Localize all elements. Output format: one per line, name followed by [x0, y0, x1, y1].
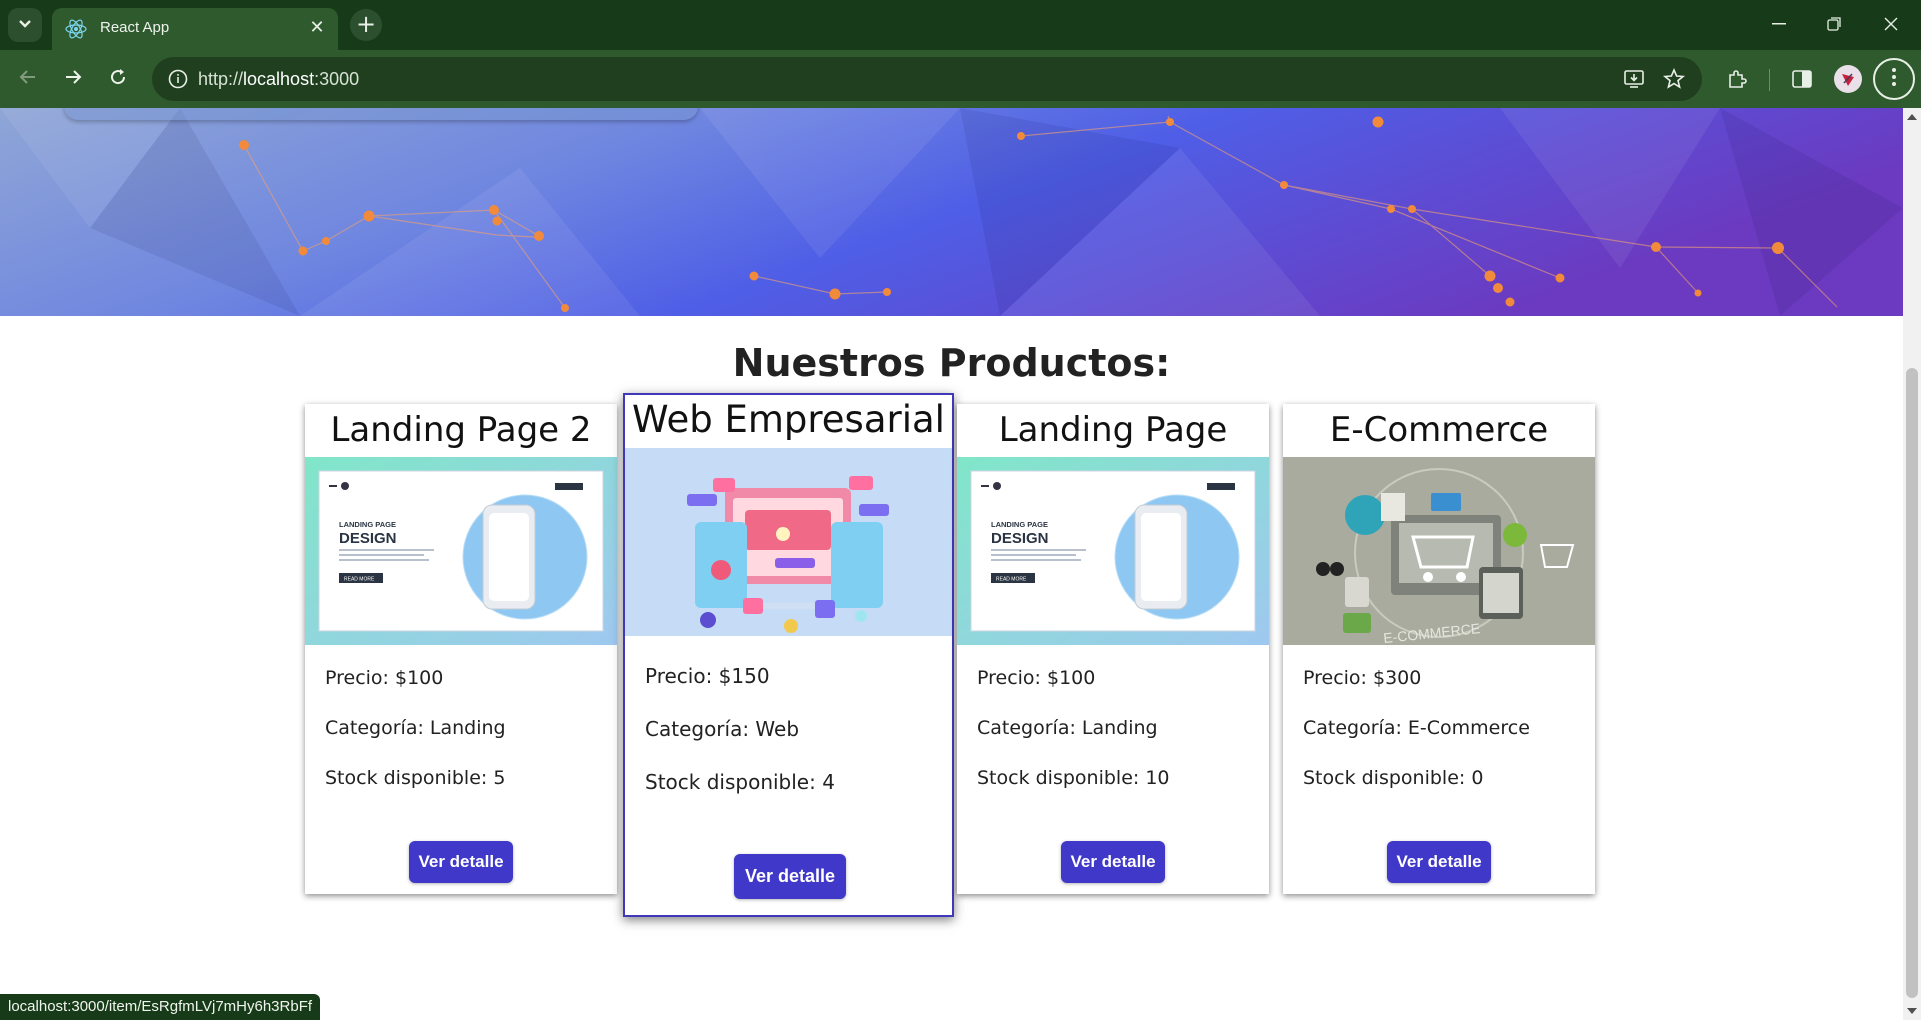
url-text[interactable]: http://localhost:3000: [198, 69, 359, 90]
product-price: Precio: $150: [645, 664, 770, 688]
back-button[interactable]: [12, 63, 44, 95]
landing-image-read-more: READ MORE: [996, 577, 1027, 583]
product-category: Categoría: Landing: [325, 717, 506, 739]
arrow-left-icon: [18, 67, 38, 91]
info-icon[interactable]: [166, 67, 190, 91]
product-card[interactable]: E-Commerce E-COMMERCE Precio: $300 Categ…: [1283, 404, 1595, 894]
forward-button[interactable]: [57, 63, 89, 95]
landing-image-read-more: READ MORE: [344, 577, 375, 583]
product-title: Landing Page 2: [330, 410, 592, 450]
page-viewport: Nuestros Productos: Landing Page 2 LANDI…: [0, 108, 1903, 1020]
product-stock: Stock disponible: 10: [977, 767, 1170, 789]
product-title: Web Empresarial: [632, 398, 945, 441]
ver-detalle-button[interactable]: Ver detalle: [734, 854, 846, 899]
scroll-down-arrow-icon[interactable]: [1907, 1008, 1917, 1014]
hero-banner: [0, 108, 1903, 316]
product-category: Categoría: Web: [645, 717, 800, 741]
chevron-down-icon: [18, 18, 32, 33]
minimize-window-icon[interactable]: [1757, 8, 1801, 40]
product-category: Categoría: Landing: [977, 717, 1158, 739]
ver-detalle-button[interactable]: Ver detalle: [1061, 841, 1165, 883]
url-port: :3000: [314, 69, 360, 89]
landing-image-label-small: LANDING PAGE: [339, 520, 396, 529]
product-image-landing[interactable]: LANDING PAGE DESIGN READ MORE: [957, 457, 1269, 645]
product-price: Precio: $300: [1303, 667, 1422, 689]
product-title: Landing Page: [998, 410, 1228, 450]
product-card[interactable]: Web Empresarial Precio: $150 Categoría: …: [623, 393, 954, 917]
browser-tab-strip: React App ✕ +: [0, 0, 1921, 50]
product-category: Categoría: E-Commerce: [1303, 717, 1530, 739]
browser-tab-active[interactable]: React App ✕: [52, 8, 338, 50]
product-image-landing[interactable]: LANDING PAGE DESIGN READ MORE: [305, 457, 617, 645]
tab-title: React App: [100, 19, 170, 36]
toolbar-separator: [1769, 69, 1770, 91]
react-logo-icon: [64, 17, 88, 41]
reload-icon: [108, 67, 128, 91]
product-card[interactable]: Landing Page 2 LANDING PAGE DESIGN READ …: [305, 404, 617, 894]
ver-detalle-button[interactable]: Ver detalle: [409, 841, 513, 883]
extensions-icon[interactable]: [1721, 63, 1753, 95]
product-price: Precio: $100: [325, 667, 444, 689]
arrow-right-icon: [63, 67, 83, 91]
landing-page-design-illustration: LANDING PAGE DESIGN READ MORE: [957, 457, 1269, 645]
product-stock: Stock disponible: 4: [645, 770, 835, 794]
kebab-menu-icon: [1891, 67, 1897, 91]
url-host: localhost: [243, 69, 315, 89]
landing-image-label-small: LANDING PAGE: [991, 520, 1048, 529]
product-title: E-Commerce: [1329, 410, 1549, 450]
browser-menu-button[interactable]: [1873, 58, 1915, 100]
bookmark-star-icon[interactable]: [1662, 67, 1686, 91]
ver-detalle-button[interactable]: Ver detalle: [1387, 841, 1491, 883]
product-price: Precio: $100: [977, 667, 1096, 689]
product-stock: Stock disponible: 5: [325, 767, 506, 789]
scrollbar-thumb[interactable]: [1906, 368, 1918, 998]
close-window-icon[interactable]: [1869, 8, 1913, 40]
hero-search-box[interactable]: [64, 108, 698, 120]
landing-image-label-big: DESIGN: [339, 530, 397, 547]
restore-window-icon[interactable]: [1812, 8, 1856, 40]
new-tab-button[interactable]: +: [350, 9, 382, 41]
browser-toolbar: http://localhost:3000: [0, 50, 1921, 108]
reload-button[interactable]: [102, 63, 134, 95]
product-card[interactable]: Landing Page LANDING PAGE DESIGN READ MO…: [957, 404, 1269, 894]
side-panel-icon[interactable]: [1786, 63, 1818, 95]
install-app-icon[interactable]: [1622, 67, 1646, 91]
url-scheme: http://: [198, 69, 244, 89]
product-image-web[interactable]: [625, 448, 952, 636]
close-tab-icon[interactable]: ✕: [306, 17, 328, 39]
scroll-up-arrow-icon[interactable]: [1907, 114, 1917, 120]
hero-background-graphic: [0, 108, 1903, 316]
landing-image-label-big: DESIGN: [991, 530, 1049, 547]
section-title: Nuestros Productos:: [732, 341, 1171, 385]
address-bar[interactable]: http://localhost:3000: [152, 57, 1702, 101]
product-stock: Stock disponible: 0: [1303, 767, 1484, 789]
profile-avatar[interactable]: [1834, 65, 1862, 93]
landing-page-design-illustration: LANDING PAGE DESIGN READ MORE: [305, 457, 617, 645]
link-status-bar: localhost:3000/item/EsRgfmLVj7mHy6h3RbFf: [0, 994, 321, 1020]
tab-search-button[interactable]: [8, 8, 42, 42]
product-image-ecommerce[interactable]: E-COMMERCE: [1283, 457, 1595, 645]
web-devices-illustration: [625, 448, 952, 636]
ecommerce-cart-illustration: E-COMMERCE: [1283, 457, 1595, 645]
page-scrollbar[interactable]: [1903, 108, 1921, 1020]
